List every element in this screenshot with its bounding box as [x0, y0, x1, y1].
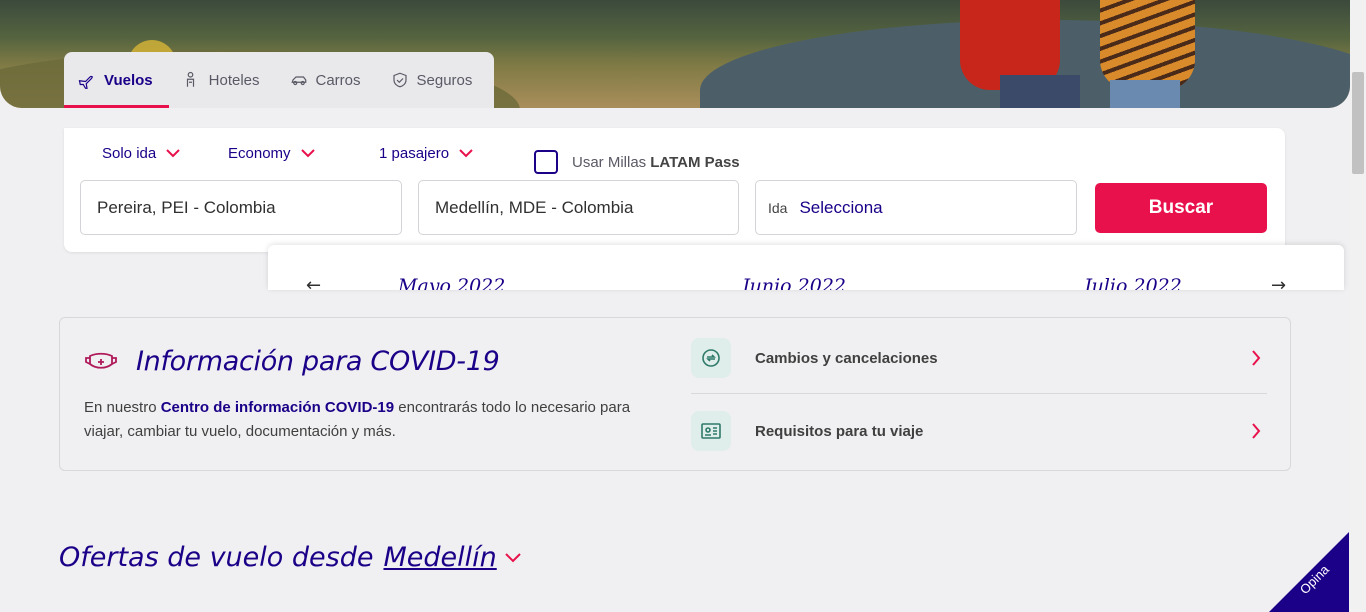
chevron-right-icon [1252, 350, 1261, 366]
calendar-popup: ← Mayo 2022 Junio 2022 Julio 2022 → [268, 245, 1344, 290]
origin-value: Pereira, PEI - Colombia [97, 197, 276, 217]
passengers-dropdown[interactable]: 1 pasajero [379, 145, 473, 162]
tab-carros[interactable]: Carros [290, 52, 361, 108]
chevron-down-icon[interactable] [505, 552, 521, 563]
departure-date-placeholder: Selecciona [799, 197, 883, 217]
covid-text-before: En nuestro [84, 399, 157, 416]
destination-field[interactable]: Medellín, MDE - Colombia [418, 180, 739, 235]
use-miles-label: Usar Millas [572, 153, 647, 171]
chevron-down-icon [300, 149, 315, 158]
chevron-down-icon [166, 149, 180, 158]
covid-title: Información para COVID-19 [136, 346, 500, 377]
tab-hoteles-label: Hoteles [208, 71, 260, 89]
origin-field[interactable]: Pereira, PEI - Colombia [80, 180, 402, 235]
page-scrollbar[interactable] [1350, 0, 1366, 612]
flight-offers-heading: Ofertas de vuelo desde Medellín [59, 542, 521, 573]
departure-date-label: Ida [768, 199, 788, 216]
offers-city-selector[interactable]: Medellín [383, 542, 496, 573]
changes-cancellations-label: Cambios y cancelaciones [755, 349, 938, 367]
calendar-month-3: Julio 2022 [1084, 275, 1182, 290]
mask-icon [85, 352, 117, 369]
offers-prefix: Ofertas de vuelo desde [59, 542, 374, 573]
passengers-value: 1 pasajero [379, 145, 450, 162]
shield-icon [392, 72, 407, 88]
options-divider [691, 393, 1267, 394]
calendar-month-2: Junio 2022 [742, 275, 846, 290]
scrollbar-thumb[interactable] [1352, 72, 1364, 174]
tab-vuelos-label: Vuelos [104, 71, 153, 89]
search-button[interactable]: Buscar [1095, 183, 1267, 233]
feedback-ribbon[interactable]: Opina [1269, 532, 1349, 612]
changes-cancellations-option[interactable]: Cambios y cancelaciones [691, 338, 1267, 378]
use-miles-checkbox[interactable] [534, 150, 558, 174]
arrow-left-icon[interactable]: ← [306, 275, 321, 290]
tab-vuelos[interactable]: Vuelos [64, 52, 169, 108]
chevron-down-icon [459, 149, 473, 158]
latam-pass-label: LATAM Pass [650, 153, 740, 171]
calendar-month-1: Mayo 2022 [398, 275, 506, 290]
covid-center-link[interactable]: Centro de información COVID-19 [161, 399, 394, 416]
exchange-icon [691, 338, 731, 378]
hero-person-right-jeans [1110, 80, 1180, 108]
travel-requirements-label: Requisitos para tu viaje [755, 422, 924, 440]
arrow-right-icon[interactable]: → [1271, 275, 1286, 290]
plane-icon [78, 75, 93, 89]
search-panel: Solo ida Economy 1 pasajero Usar Millas … [64, 128, 1285, 252]
chevron-right-icon [1252, 423, 1261, 439]
destination-value: Medellín, MDE - Colombia [435, 197, 634, 217]
tab-hoteles[interactable]: Hoteles [183, 52, 260, 108]
hero-person-right [1100, 0, 1195, 90]
travel-requirements-option[interactable]: Requisitos para tu viaje [691, 411, 1267, 451]
document-icon [691, 411, 731, 451]
cabin-dropdown[interactable]: Economy [228, 145, 315, 162]
departure-date-field[interactable]: Ida Selecciona [755, 180, 1077, 235]
tab-seguros[interactable]: Seguros [391, 52, 473, 108]
trip-type-dropdown[interactable]: Solo ida [102, 145, 180, 162]
tab-carros-label: Carros [315, 71, 361, 89]
hero-person-left-jeans [1000, 75, 1080, 108]
use-miles-option: Usar Millas LATAM Pass [534, 150, 740, 174]
hotel-icon [186, 71, 194, 87]
tab-seguros-label: Seguros [416, 71, 473, 89]
product-tabs: Vuelos Hoteles Carros Seguros [64, 52, 494, 108]
trip-type-value: Solo ida [102, 145, 157, 162]
cabin-value: Economy [228, 145, 291, 162]
covid-description: En nuestro Centro de información COVID-1… [84, 396, 654, 444]
feedback-ribbon-shape [1269, 532, 1349, 612]
covid-info-card: Información para COVID-19 En nuestro Cen… [59, 317, 1291, 471]
car-icon [290, 76, 306, 86]
